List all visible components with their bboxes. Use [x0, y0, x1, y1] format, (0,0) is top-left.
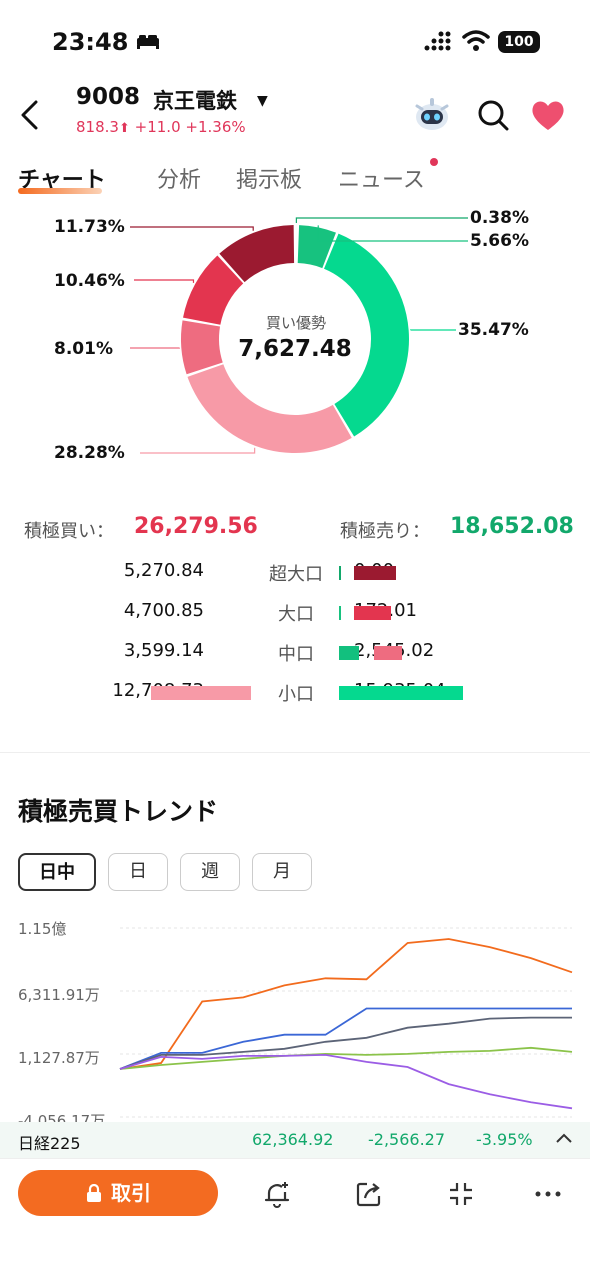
period-day[interactable]: 日 [108, 853, 168, 891]
lock-icon [87, 1183, 101, 1202]
sell-bar [339, 566, 341, 580]
sell-bar [339, 606, 341, 620]
buy-amount: 5,270.84 [123, 560, 204, 581]
stock-code: 9008 [76, 84, 141, 110]
status-bar: 23:48 100 [0, 0, 590, 90]
period-month[interactable]: 月 [252, 853, 312, 891]
period-week[interactable]: 週 [180, 853, 240, 891]
price-change: +11.0 [134, 118, 181, 136]
share-icon[interactable] [355, 1180, 383, 1208]
index-value: 62,364.92 [252, 1130, 334, 1149]
price-alert-bell-icon[interactable] [263, 1180, 291, 1208]
pct-label-medium-buy: 8.01% [54, 339, 113, 359]
pct-label-super-large-sell: 0.38% [470, 208, 529, 228]
buy-amount: 3,599.14 [123, 640, 204, 661]
sell-bar [339, 686, 463, 700]
leader-line [130, 226, 254, 231]
search-icon[interactable] [476, 98, 510, 132]
buy-amount: 4,700.85 [123, 600, 204, 621]
leader-line [134, 279, 195, 283]
active-sell-label: 積極売り： [340, 521, 430, 542]
size-category: 中口 [278, 644, 314, 665]
notification-dot [430, 158, 438, 166]
trade-label: 取引 [111, 1181, 151, 1205]
section-divider [0, 752, 590, 753]
active-buy-label: 積極買い： [24, 521, 114, 542]
active-buy-value: 26,279.56 [134, 514, 258, 539]
buy-bar [354, 606, 391, 620]
buy-bar [354, 566, 396, 580]
pct-label-small-buy: 28.28% [54, 443, 125, 463]
more-icon[interactable] [534, 1180, 562, 1208]
size-category: 小口 [278, 684, 314, 705]
active-tab-indicator [18, 188, 102, 194]
trend-line-chart [119, 927, 573, 1118]
buy-bar [151, 686, 251, 700]
size-category: 大口 [278, 604, 314, 625]
clock: 23:48 [52, 28, 129, 56]
pct-label-large-buy: 10.46% [54, 271, 125, 291]
index-change-pct: -3.95% [476, 1130, 533, 1149]
donut-center-value: 7,627.48 [238, 336, 352, 362]
size-category: 超大口 [269, 564, 323, 585]
tab-analysis[interactable]: 分析 [157, 162, 201, 194]
y-tick-label: 6,311.91万 [18, 986, 100, 1004]
trend-series-line [119, 1016, 572, 1070]
period-intraday[interactable]: 日中 [18, 853, 96, 891]
leader-line [140, 447, 256, 454]
favorite-heart-icon[interactable] [530, 98, 566, 132]
index-name: 日経225 [18, 1134, 81, 1153]
tab-board[interactable]: 掲示板 [236, 162, 302, 194]
current-price: 818.3 [76, 118, 119, 136]
active-sell-value: 18,652.08 [450, 514, 574, 539]
y-tick-label: 1.15億 [18, 920, 67, 938]
wifi-icon [462, 30, 490, 51]
leader-line [295, 217, 468, 224]
donut-center-label: 買い優勢 [265, 314, 326, 332]
collapse-icon[interactable] [447, 1180, 475, 1208]
tab-news[interactable]: ニュース [338, 162, 425, 194]
pct-label-large-sell: 5.66% [470, 231, 529, 251]
price-change-pct: +1.36% [185, 118, 246, 136]
chevron-up-icon[interactable] [554, 1130, 574, 1146]
back-arrow-icon[interactable] [16, 98, 46, 132]
buy-bar [374, 646, 403, 660]
pct-label-super-large-buy: 11.73% [54, 217, 125, 237]
index-change: -2,566.27 [368, 1130, 446, 1149]
chevron-down-icon[interactable]: ▼ [257, 93, 268, 109]
stock-name[interactable]: 京王電鉄 [153, 85, 237, 115]
price-quote: 818.3⬆ +11.0 +1.36% [76, 118, 246, 136]
trend-title: 積極売買トレンド [18, 797, 219, 826]
ai-assistant-bot-icon[interactable] [412, 94, 452, 134]
trade-button[interactable]: 取引 [18, 1170, 218, 1216]
cellular-signal-icon [424, 31, 451, 51]
y-tick-label: 1,127.87万 [18, 1049, 100, 1067]
pct-label-small-sell: 35.47% [458, 320, 529, 340]
up-arrow-icon: ⬆ [118, 121, 130, 136]
battery-indicator: 100 [498, 31, 540, 53]
sleep-mode-icon [137, 35, 159, 49]
donut-slice [187, 364, 352, 453]
sell-bar [339, 646, 359, 660]
